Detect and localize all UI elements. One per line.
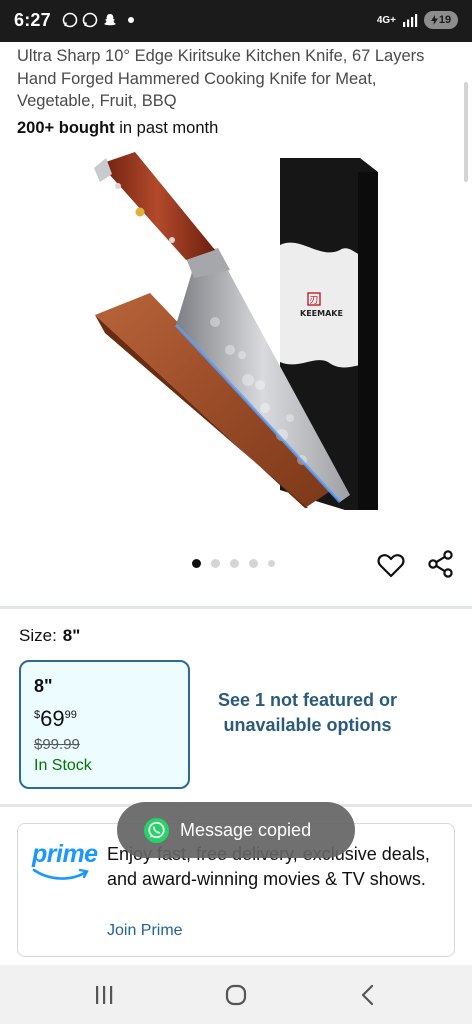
knife-handle — [94, 152, 230, 278]
whatsapp-notification-icon — [62, 12, 78, 28]
share-icon[interactable] — [426, 549, 456, 579]
price-fraction: 99 — [64, 709, 77, 721]
toast-text: Message copied — [180, 819, 312, 840]
recents-icon[interactable] — [90, 982, 118, 1008]
section-divider — [0, 606, 472, 609]
charging-icon — [430, 15, 438, 25]
prime-smile-icon — [32, 868, 89, 880]
bought-count-bold: 200+ bought — [17, 119, 115, 137]
carousel-dot[interactable] — [249, 559, 258, 568]
battery-indicator: 19 — [424, 11, 458, 29]
system-nav-bar — [0, 965, 472, 1024]
status-right: 4G+ 19 — [377, 11, 458, 29]
status-time: 6:27 — [14, 10, 51, 30]
carousel-dot[interactable] — [192, 559, 201, 568]
bought-count: 200+ bought in past month — [17, 119, 218, 138]
availability-status: In Stock — [34, 757, 92, 774]
size-label: Size: — [19, 626, 57, 645]
more-notifications-dot — [128, 17, 134, 23]
size-option-price: $6999 — [34, 706, 77, 732]
size-option-name: 8" — [34, 676, 53, 696]
carousel-dot[interactable] — [211, 559, 220, 568]
prime-logo-text: prime — [32, 840, 98, 868]
signal-icon — [403, 14, 418, 27]
snapchat-notification-icon — [104, 14, 116, 26]
battery-level: 19 — [438, 14, 452, 26]
size-selected-value: 8" — [62, 626, 81, 645]
whatsapp-notification-icon — [82, 12, 98, 28]
toast-notification: Message copied — [117, 802, 355, 858]
prime-logo: prime — [32, 841, 98, 886]
see-unavailable-options-link[interactable]: See 1 not featured or unavailable option… — [210, 688, 405, 738]
join-prime-link[interactable]: Join Prime — [107, 922, 183, 940]
network-type: 4G+ — [376, 14, 396, 26]
home-icon[interactable] — [222, 982, 250, 1008]
whatsapp-icon — [143, 817, 170, 843]
back-icon[interactable] — [354, 982, 382, 1008]
scrollbar[interactable] — [464, 82, 468, 182]
size-selector-label: Size: 8" — [19, 626, 80, 646]
carousel-dot[interactable] — [268, 560, 275, 567]
price-currency: $ — [34, 709, 41, 721]
list-price: $99.99 — [34, 736, 80, 753]
heart-icon[interactable] — [376, 550, 406, 580]
box-brand: KEEMAKE — [300, 309, 343, 318]
status-bar: 6:27 4G+ 19 — [0, 0, 472, 42]
notification-icons — [62, 12, 134, 28]
product-image[interactable]: 刃 KEEMAKE — [90, 150, 390, 520]
carousel-dot[interactable] — [230, 559, 239, 568]
image-carousel-dots[interactable] — [192, 559, 275, 568]
price-whole: 69 — [40, 706, 65, 731]
product-title[interactable]: Ultra Sharp 10° Edge Kiritsuke Kitchen K… — [17, 45, 457, 113]
brand-logo-char: 刃 — [309, 296, 318, 306]
bought-count-suffix: in past month — [114, 119, 219, 137]
size-option-card[interactable]: 8" $6999 $99.99 In Stock — [19, 660, 190, 789]
